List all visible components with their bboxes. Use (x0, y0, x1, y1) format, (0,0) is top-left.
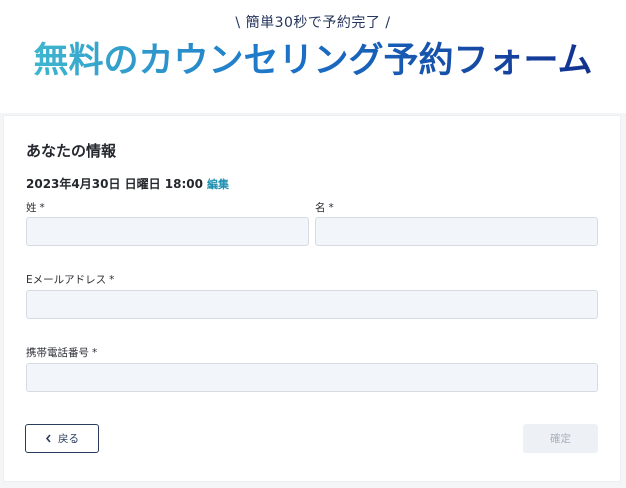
phone-input[interactable] (26, 363, 598, 392)
email-input[interactable] (26, 290, 598, 319)
required-mark: * (92, 347, 98, 359)
edit-datetime-link[interactable]: 編集 (207, 178, 229, 191)
back-button-label: 戻る (58, 433, 79, 445)
page-title: 無料のカウンセリング予約フォーム (0, 36, 626, 86)
section-title: あなたの情報 (26, 142, 117, 160)
chevron-left-icon (45, 434, 51, 443)
required-mark: * (109, 274, 115, 286)
page-title-text: 無料のカウンセリング予約フォーム (33, 41, 593, 81)
first-name-input[interactable] (315, 217, 598, 246)
phone-label: 携帯電話番号 * (26, 345, 97, 360)
email-label-text: Eメールアドレス (26, 274, 107, 286)
back-button[interactable]: 戻る (25, 424, 99, 453)
last-name-input[interactable] (26, 217, 309, 246)
datetime-text: 2023年4月30日 日曜日 18:00 (26, 177, 204, 191)
confirm-button-label: 確定 (550, 433, 571, 445)
phone-label-text: 携帯電話番号 (26, 347, 89, 359)
required-mark: * (328, 202, 334, 214)
first-name-label: 名 * (315, 200, 334, 215)
tagline: \ 簡単30秒で予約完了 / (235, 15, 391, 31)
reservation-datetime: 2023年4月30日 日曜日 18:00 編集 (26, 175, 229, 192)
last-name-label-text: 姓 (26, 202, 37, 214)
last-name-label: 姓 * (26, 200, 45, 215)
first-name-label-text: 名 (315, 202, 326, 214)
confirm-button[interactable]: 確定 (523, 424, 598, 453)
reservation-form-card: あなたの情報 2023年4月30日 日曜日 18:00 編集 姓 * 名 * Eメール… (3, 115, 621, 482)
hero-header: \ 簡単30秒で予約完了 / 無料のカウンセリング予約フォーム (0, 0, 626, 113)
email-label: Eメールアドレス * (26, 272, 114, 287)
required-mark: * (39, 202, 45, 214)
